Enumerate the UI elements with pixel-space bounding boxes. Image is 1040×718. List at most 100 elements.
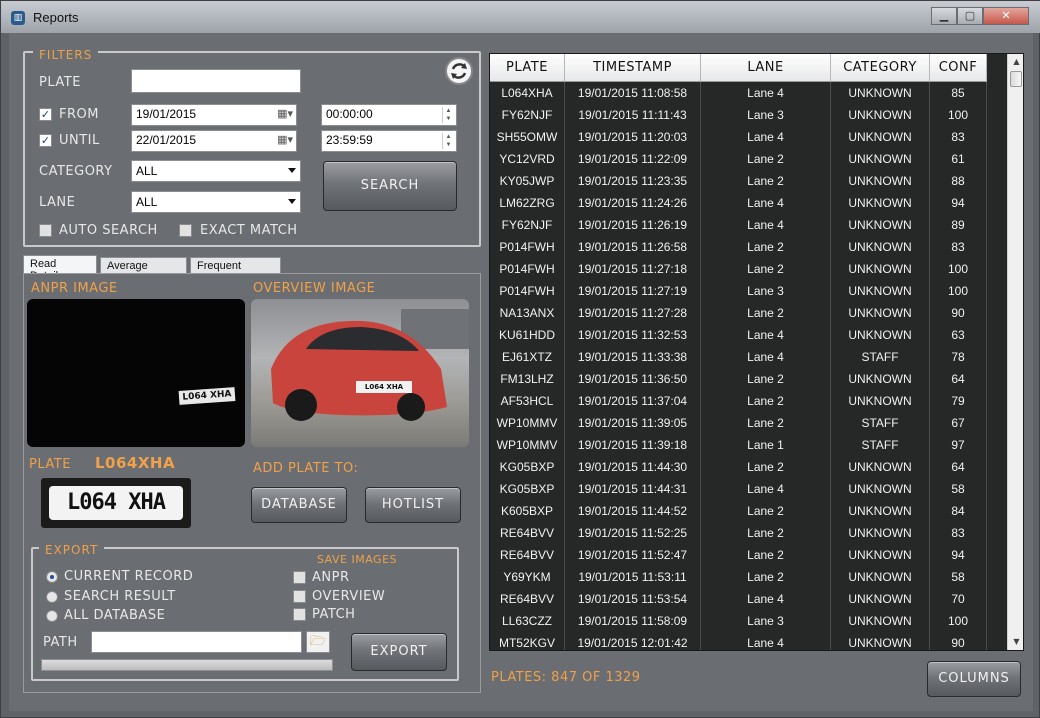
- export-button[interactable]: EXPORT: [351, 633, 447, 671]
- chevron-down-icon: [288, 199, 296, 204]
- tab-read-details[interactable]: Read Details: [23, 255, 97, 282]
- table-cell: Lane 2: [701, 390, 831, 412]
- results-grid[interactable]: PLATE TIMESTAMP LANE CATEGORY CONF L064XHA 19…: [489, 53, 1024, 651]
- lane-select[interactable]: ALL: [131, 191, 301, 213]
- title-bar[interactable]: ▥ Reports ▁ ▢ ✕: [1, 1, 1040, 33]
- column-header-conf[interactable]: CONF: [930, 54, 987, 82]
- path-label: PATH: [43, 635, 78, 650]
- overview-plate-text: L064 XHA: [364, 383, 404, 391]
- plate-result-value: L064XHA: [95, 454, 176, 472]
- calendar-dropdown-icon[interactable]: ▦▾: [277, 107, 293, 120]
- table-row[interactable]: RE64BVV 19/01/2015 11:52:25 Lane 2 UNKNOWN 8…: [490, 522, 987, 544]
- from-checkbox[interactable]: ✓: [39, 108, 52, 121]
- table-row[interactable]: L064XHA 19/01/2015 11:08:58 Lane 4 UNKNOWN 8…: [490, 82, 987, 104]
- table-row[interactable]: LL63CZZ 19/01/2015 11:58:09 Lane 3 UNKNOWN 1…: [490, 610, 987, 632]
- save-anpr-checkbox[interactable]: [293, 571, 306, 584]
- folder-open-icon[interactable]: 🗁: [306, 631, 330, 653]
- table-cell: UNKNOWN: [831, 632, 930, 650]
- table-row[interactable]: SH55OMW 19/01/2015 11:20:03 Lane 4 UNKNOWN 8…: [490, 126, 987, 148]
- from-date-picker[interactable]: 19/01/2015 ▦▾: [131, 104, 297, 126]
- table-cell: 19/01/2015 11:52:47: [565, 544, 701, 566]
- save-patch-checkbox[interactable]: [293, 608, 306, 621]
- table-row[interactable]: FY62NJF 19/01/2015 11:11:43 Lane 3 UNKNOWN 1…: [490, 104, 987, 126]
- column-header-plate[interactable]: PLATE: [490, 54, 565, 82]
- table-cell: STAFF: [831, 434, 930, 456]
- scroll-up-icon[interactable]: ▲: [1008, 54, 1023, 70]
- table-cell: 19/01/2015 11:23:35: [565, 170, 701, 192]
- table-cell: KG05BXP: [490, 456, 565, 478]
- table-cell: YC12VRD: [490, 148, 565, 170]
- table-row[interactable]: MT52KGV 19/01/2015 12:01:42 Lane 4 UNKNOWN 9…: [490, 632, 987, 650]
- grid-scrollbar[interactable]: ▲ ▼: [1007, 54, 1023, 650]
- save-overview-checkbox[interactable]: [293, 590, 306, 603]
- table-row[interactable]: P014FWH 19/01/2015 11:26:58 Lane 2 UNKNOWN 8…: [490, 236, 987, 258]
- table-row[interactable]: KU61HDD 19/01/2015 11:32:53 Lane 4 UNKNOWN 6…: [490, 324, 987, 346]
- add-plate-label: ADD PLATE TO:: [253, 461, 359, 476]
- minimize-button[interactable]: ▁: [931, 7, 957, 25]
- export-progress-bar: [41, 659, 333, 671]
- table-row[interactable]: NA13ANX 19/01/2015 11:27:28 Lane 2 UNKNOWN 9…: [490, 302, 987, 324]
- column-header-timestamp[interactable]: TIMESTAMP: [565, 54, 701, 82]
- table-cell: UNKNOWN: [831, 522, 930, 544]
- table-cell: 19/01/2015 11:24:26: [565, 192, 701, 214]
- table-row[interactable]: LM62ZRG 19/01/2015 11:24:26 Lane 4 UNKNOWN 9…: [490, 192, 987, 214]
- all-database-label: ALL DATABASE: [64, 608, 166, 623]
- close-button[interactable]: ✕: [983, 7, 1029, 25]
- table-row[interactable]: WP10MMV 19/01/2015 11:39:18 Lane 1 STAFF 97: [490, 434, 987, 456]
- table-cell: UNKNOWN: [831, 126, 930, 148]
- current-record-radio[interactable]: [46, 571, 58, 583]
- anpr-image[interactable]: L064 XHA: [27, 299, 245, 447]
- table-row[interactable]: EJ61XTZ 19/01/2015 11:33:38 Lane 4 STAFF 78: [490, 346, 987, 368]
- exact-match-checkbox[interactable]: [179, 224, 192, 237]
- from-time-input[interactable]: 00:00:00 ▲ ▼: [321, 104, 457, 126]
- table-row[interactable]: P014FWH 19/01/2015 11:27:18 Lane 2 UNKNOWN 1…: [490, 258, 987, 280]
- table-cell: RE64BVV: [490, 544, 565, 566]
- filters-title: FILTERS: [33, 48, 99, 62]
- columns-button[interactable]: COLUMNS: [927, 661, 1021, 697]
- add-to-database-button[interactable]: DATABASE: [251, 487, 347, 523]
- table-cell: Lane 2: [701, 566, 831, 588]
- column-header-lane[interactable]: LANE: [701, 54, 831, 82]
- scroll-thumb[interactable]: [1010, 71, 1022, 87]
- table-row[interactable]: KY05JWP 19/01/2015 11:23:35 Lane 2 UNKNOWN 8…: [490, 170, 987, 192]
- table-row[interactable]: KG05BXP 19/01/2015 11:44:31 Lane 4 UNKNOWN 5…: [490, 478, 987, 500]
- table-row[interactable]: AF53HCL 19/01/2015 11:37:04 Lane 2 UNKNOWN 7…: [490, 390, 987, 412]
- table-row[interactable]: Y69YKM 19/01/2015 11:53:11 Lane 2 UNKNOWN 58: [490, 566, 987, 588]
- refresh-icon[interactable]: [445, 57, 473, 85]
- until-date-picker[interactable]: 22/01/2015 ▦▾: [131, 130, 297, 152]
- table-row[interactable]: P014FWH 19/01/2015 11:27:19 Lane 3 UNKNOWN 1…: [490, 280, 987, 302]
- grid-header: PLATE TIMESTAMP LANE CATEGORY CONF: [490, 54, 987, 82]
- plate-input[interactable]: [131, 69, 301, 93]
- table-cell: UNKNOWN: [831, 368, 930, 390]
- table-row[interactable]: FY62NJF 19/01/2015 11:26:19 Lane 4 UNKNOWN 8…: [490, 214, 987, 236]
- search-button[interactable]: SEARCH: [323, 161, 457, 211]
- path-input[interactable]: [91, 631, 302, 653]
- table-row[interactable]: RE64BVV 19/01/2015 11:52:47 Lane 2 UNKNOWN 9…: [490, 544, 987, 566]
- table-row[interactable]: WP10MMV 19/01/2015 11:39:05 Lane 2 STAFF 67: [490, 412, 987, 434]
- search-result-radio[interactable]: [46, 591, 58, 603]
- table-row[interactable]: RE64BVV 19/01/2015 11:53:54 Lane 4 UNKNOWN 7…: [490, 588, 987, 610]
- table-cell: 100: [930, 258, 987, 280]
- table-row[interactable]: KG05BXP 19/01/2015 11:44:30 Lane 2 UNKNOWN 6…: [490, 456, 987, 478]
- until-checkbox[interactable]: ✓: [39, 134, 52, 147]
- scroll-down-icon[interactable]: ▼: [1008, 634, 1023, 650]
- category-select[interactable]: ALL: [131, 160, 301, 182]
- auto-search-checkbox[interactable]: [39, 224, 52, 237]
- table-cell: 90: [930, 632, 987, 650]
- table-cell: 94: [930, 544, 987, 566]
- plate-label: PLATE: [39, 75, 81, 90]
- table-row[interactable]: FM13LHZ 19/01/2015 11:36:50 Lane 2 UNKNOWN 6…: [490, 368, 987, 390]
- plate-patch-image[interactable]: L064 XHA: [41, 478, 191, 528]
- all-database-radio[interactable]: [46, 610, 58, 622]
- spinner-icon[interactable]: ▲ ▼: [442, 107, 454, 123]
- until-time-input[interactable]: 23:59:59 ▲ ▼: [321, 130, 457, 152]
- add-to-hotlist-button[interactable]: HOTLIST: [365, 487, 461, 523]
- spinner-icon[interactable]: ▲ ▼: [442, 133, 454, 149]
- column-header-category[interactable]: CATEGORY: [831, 54, 930, 82]
- table-row[interactable]: YC12VRD 19/01/2015 11:22:09 Lane 2 UNKNOWN 6…: [490, 148, 987, 170]
- until-date-value: 22/01/2015: [136, 133, 197, 147]
- calendar-dropdown-icon[interactable]: ▦▾: [277, 133, 293, 146]
- table-row[interactable]: K605BXP 19/01/2015 11:44:52 Lane 2 UNKNOWN 8…: [490, 500, 987, 522]
- overview-image[interactable]: L064 XHA: [251, 299, 469, 447]
- maximize-button[interactable]: ▢: [957, 7, 983, 25]
